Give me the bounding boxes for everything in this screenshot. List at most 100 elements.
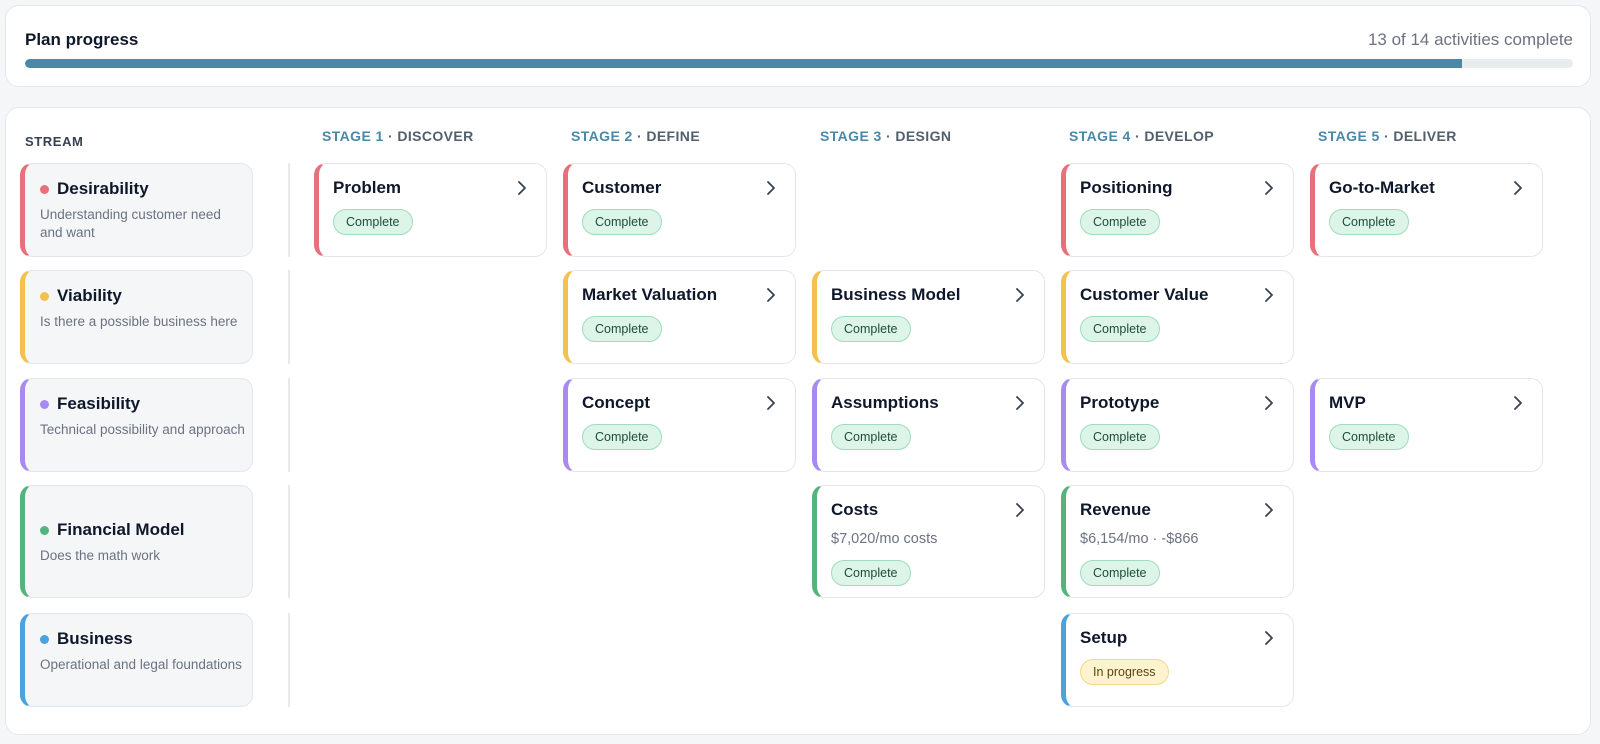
activity-card-customer[interactable]: Customer Complete [563,163,796,257]
activity-title: Customer [582,178,662,197]
activity-title: Customer Value [1080,285,1209,304]
activity-card-setup[interactable]: Setup In progress [1061,613,1294,707]
activity-card-concept[interactable]: Concept Complete [563,378,796,472]
plan-progress-count: 13 of 14 activities complete [1367,30,1573,49]
stage-3-number: STAGE 3 [820,128,882,144]
status-badge: Complete [582,316,662,342]
stream-name: Business [57,629,133,648]
chevron-right-icon [767,181,775,195]
viability-dot-icon [40,291,49,301]
plan-progress-title: Plan progress [25,30,139,49]
feasibility-dot-icon [40,399,49,409]
chevron-right-icon [1265,503,1273,517]
chevron-right-icon [1016,288,1024,302]
chevron-right-icon [1016,396,1024,410]
row-separator [288,485,290,598]
activity-title: Costs [831,500,879,519]
activity-card-costs[interactable]: Costs $7,020/mo costs Complete [812,485,1045,598]
plan-progress-fill [25,59,1463,68]
stage-4-header: STAGE 4 · DEVELOP [1069,128,1214,144]
activity-card-positioning[interactable]: Positioning Complete [1061,163,1294,257]
activity-title: Positioning [1080,178,1173,197]
stream-description: Understanding customer need and want [40,207,221,240]
activity-title: Prototype [1080,393,1160,412]
chevron-right-icon [518,181,526,195]
status-badge: Complete [831,316,911,342]
stage-1-number: STAGE 1 [322,128,384,144]
stage-2-header: STAGE 2 · DEFINE [571,128,700,144]
status-badge: Complete [333,209,413,235]
activity-card-problem[interactable]: Problem Complete [314,163,547,257]
status-badge: In progress [1080,659,1169,685]
chevron-right-icon [1514,396,1522,410]
plan-progress-bar [25,59,1573,68]
status-badge: Complete [831,424,911,450]
stream-desirability: Desirability Understanding customer need… [20,163,253,257]
status-badge: Complete [582,424,662,450]
activity-title: Concept [582,393,650,412]
stage-5-name: · DELIVER [1379,128,1457,144]
stage-4-number: STAGE 4 [1069,128,1131,144]
activity-summary: $7,020/mo costs [831,531,938,547]
activity-card-prototype[interactable]: Prototype Complete [1061,378,1294,472]
stage-3-name: · DESIGN [881,128,952,144]
stage-2-name: · DEFINE [632,128,701,144]
row-separator [288,270,290,364]
activity-title: Assumptions [831,393,939,412]
stage-stream-board: STREAM STAGE 1 · DISCOVER STAGE 2 · DEFI… [5,107,1591,735]
chevron-right-icon [767,396,775,410]
stream-name: Feasibility [57,394,141,413]
activity-title: Setup [1080,628,1128,647]
activity-card-revenue[interactable]: Revenue $6,154/mo · -$866 Complete [1061,485,1294,598]
activity-title: Problem [333,178,402,197]
activity-card-business-model[interactable]: Business Model Complete [812,270,1045,364]
stream-description: Is there a possible business here [40,314,238,329]
status-badge: Complete [582,209,662,235]
status-badge: Complete [831,560,911,586]
activity-title: Go-to-Market [1329,178,1435,197]
stream-column-header: STREAM [25,134,84,149]
activity-card-go-to-market[interactable]: Go-to-Market Complete [1310,163,1543,257]
stream-name: Financial Model [57,520,185,539]
row-separator [288,163,290,257]
activity-title: MVP [1329,393,1366,412]
activity-summary: $6,154/mo · -$866 [1080,531,1199,547]
stage-5-header: STAGE 5 · DELIVER [1318,128,1457,144]
status-badge: Complete [1080,424,1160,450]
row-separator [288,378,290,472]
stream-description: Operational and legal foundations [40,657,242,672]
stage-2-number: STAGE 2 [571,128,633,144]
activity-card-mvp[interactable]: MVP Complete [1310,378,1543,472]
activity-title: Business Model [831,285,961,304]
stream-description: Does the math work [40,548,161,563]
stage-4-name: · DEVELOP [1130,128,1215,144]
stream-description: Technical possibility and approach [40,422,245,437]
activity-title: Market Valuation [582,285,718,304]
stream-financial-model: Financial Model Does the math work [20,485,253,598]
stage-5-number: STAGE 5 [1318,128,1380,144]
activity-card-assumptions[interactable]: Assumptions Complete [812,378,1045,472]
chevron-right-icon [767,288,775,302]
activity-title: Revenue [1080,500,1151,519]
desirability-dot-icon [40,184,49,194]
business-dot-icon [40,634,49,644]
status-badge: Complete [1080,560,1160,586]
activity-card-customer-value[interactable]: Customer Value Complete [1061,270,1294,364]
chevron-right-icon [1016,503,1024,517]
stream-feasibility: Feasibility Technical possibility and ap… [20,378,253,472]
chevron-right-icon [1265,396,1273,410]
status-badge: Complete [1329,424,1409,450]
stream-name: Desirability [57,179,149,198]
chevron-right-icon [1265,181,1273,195]
stream-name: Viability [57,286,122,305]
chevron-right-icon [1265,631,1273,645]
stream-viability: Viability Is there a possible business h… [20,270,253,364]
stream-business: Business Operational and legal foundatio… [20,613,253,707]
activity-card-market-valuation[interactable]: Market Valuation Complete [563,270,796,364]
financial-model-dot-icon [40,525,49,535]
status-badge: Complete [1080,209,1160,235]
status-badge: Complete [1080,316,1160,342]
chevron-right-icon [1265,288,1273,302]
stage-1-header: STAGE 1 · DISCOVER [322,128,474,144]
row-separator [288,613,290,707]
